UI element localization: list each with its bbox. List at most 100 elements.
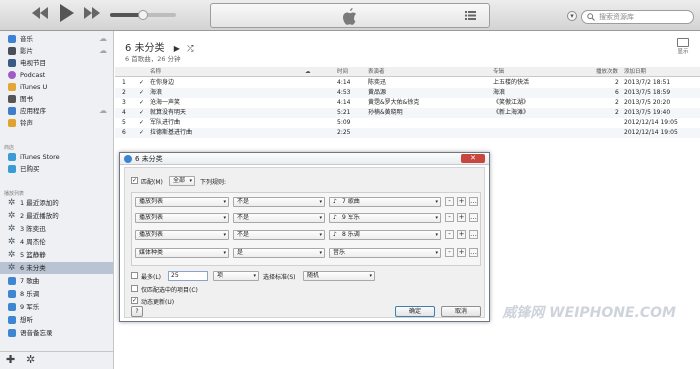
rule-operator-select[interactable]: 不是 ▾ xyxy=(233,197,325,207)
sidebar-item-tv-shows[interactable]: 电视节目 xyxy=(0,57,113,69)
remove-rule-button[interactable]: - xyxy=(445,248,454,257)
itunes-u-icon xyxy=(8,83,16,91)
rule-value-select[interactable]: ♪ 8 乐调 ▾ xyxy=(329,230,441,240)
select-by-select[interactable]: 随机 ▾ xyxy=(303,271,375,281)
playlist-item-1[interactable]: ✲ 1 最近添加的 xyxy=(0,197,113,209)
col-plays-header[interactable]: 播放次数 xyxy=(596,67,618,77)
remove-rule-button[interactable]: - xyxy=(445,197,454,206)
account-menu-icon[interactable]: ▾ xyxy=(567,11,577,21)
sidebar-item-music[interactable]: 音乐 ☁ xyxy=(0,33,113,45)
check-icon[interactable]: ✓ xyxy=(139,118,144,128)
playlist-item-want-to-hear[interactable]: 想听 xyxy=(0,314,113,326)
nested-rule-button[interactable]: … xyxy=(469,248,478,257)
playlist-item-5[interactable]: ✲ 5 篮静静 xyxy=(0,249,113,261)
col-album-header[interactable]: 专辑 xyxy=(493,67,504,77)
remove-rule-button[interactable]: - xyxy=(445,230,454,239)
playlist-item-9[interactable]: 9 军乐 xyxy=(0,301,113,313)
smart-playlist-dialog: 6 未分类 ✕ ✓ 匹配(M) 全部 ▾ 下列规则: 播放列表 ▾ 不是 ▾ ♪ 7 歌… xyxy=(119,152,490,322)
limit-unit-select[interactable]: 项 ▾ xyxy=(213,271,259,281)
sidebar-item-itunes-store[interactable]: iTunes Store xyxy=(0,151,113,163)
rule-field-select[interactable]: 播放列表 ▾ xyxy=(135,213,229,223)
store-section-header: 商店 xyxy=(4,145,15,151)
playlist-item-6-selected[interactable]: ✲ 6 未分类 xyxy=(0,262,113,274)
table-row[interactable]: 2 ✓ 海浪 4:53 黄品源 海浪 6 2013/7/5 18:59 xyxy=(115,88,700,98)
nested-rule-button[interactable]: … xyxy=(469,197,478,206)
check-icon[interactable]: ✓ xyxy=(139,78,144,88)
playlist-item-3[interactable]: ✲ 3 陈奕迅 xyxy=(0,223,113,235)
col-name-header[interactable]: 名称 xyxy=(150,67,161,77)
limit-checkbox[interactable] xyxy=(131,272,138,279)
nested-rule-button[interactable]: … xyxy=(469,213,478,222)
playlist-item-4[interactable]: ✲ 4 周杰伦 xyxy=(0,236,113,248)
rule-operator-select[interactable]: 不是 ▾ xyxy=(233,230,325,240)
rule-field-select[interactable]: 媒体种类 ▾ xyxy=(135,248,229,258)
only-checked-checkbox[interactable] xyxy=(131,285,138,292)
rule-field-select[interactable]: 播放列表 ▾ xyxy=(135,197,229,207)
sidebar-item-books[interactable]: 图书 xyxy=(0,93,113,105)
limit-input[interactable]: 25 xyxy=(168,271,208,281)
add-icon[interactable]: ✚ xyxy=(6,353,15,366)
shuffle-icon[interactable]: ⤮ xyxy=(187,44,193,53)
list-icon[interactable] xyxy=(465,11,476,20)
play-button[interactable] xyxy=(60,4,74,22)
table-row[interactable]: 3 ✓ 沧海一声笑 4:14 黄霑&罗大佑&徐克 《笑傲江湖》 2 2013/7… xyxy=(115,98,700,108)
rule-value-select[interactable]: ♪ 7 歌曲 ▾ xyxy=(329,197,441,207)
chevron-down-icon: ▾ xyxy=(319,232,322,238)
add-rule-button[interactable]: + xyxy=(457,230,466,239)
check-icon[interactable]: ✓ xyxy=(139,128,144,138)
chevron-down-icon: ▾ xyxy=(435,232,438,238)
app-icon xyxy=(8,107,16,115)
sidebar-item-movies[interactable]: 影片 ☁ xyxy=(0,45,113,57)
playlist-icon: ♪ xyxy=(333,198,337,205)
sidebar-item-purchased[interactable]: 已购买 xyxy=(0,163,113,175)
add-rule-button[interactable]: + xyxy=(457,213,466,222)
sidebar-item-apps[interactable]: 应用程序 ☁ xyxy=(0,105,113,117)
add-rule-button[interactable]: + xyxy=(457,197,466,206)
show-button[interactable]: 显示 xyxy=(672,38,694,55)
col-date-header[interactable]: 添加日期 xyxy=(624,67,646,77)
rule-value-select[interactable]: 音乐 ▾ xyxy=(329,248,441,258)
rule-operator-select[interactable]: 是 ▾ xyxy=(233,248,325,258)
check-icon[interactable]: ✓ xyxy=(139,98,144,108)
settings-gear-icon[interactable]: ✲ xyxy=(26,353,35,366)
match-scope-select[interactable]: 全部 ▾ xyxy=(169,176,195,186)
live-update-checkbox[interactable]: ✓ xyxy=(131,297,138,304)
match-checkbox[interactable]: ✓ xyxy=(131,177,138,184)
remove-rule-button[interactable]: - xyxy=(445,213,454,222)
table-row[interactable]: 5 ✓ 军队进行曲 5:09 2012/12/14 19:05 xyxy=(115,118,700,128)
playlist-subtitle: 6 首歌曲，26 分钟 xyxy=(125,55,181,63)
itunes-icon xyxy=(124,155,132,163)
fast-forward-button[interactable] xyxy=(84,7,100,19)
cloud-icon: ☁ xyxy=(99,46,107,55)
chevron-down-icon: ▾ xyxy=(223,215,226,221)
cancel-button[interactable]: 取消 xyxy=(441,306,481,317)
table-row[interactable]: 1 ✓ 在你身边 4:14 陈奕迅 上五楼的快活 2 2013/7/2 18:5… xyxy=(115,78,700,88)
playlist-item-2[interactable]: ✲ 2 最近播放的 xyxy=(0,210,113,222)
table-row[interactable]: 6 ✓ 拉德斯基进行曲 2:25 2012/12/14 19:05 xyxy=(115,128,700,138)
volume-slider[interactable] xyxy=(110,10,176,20)
rewind-button[interactable] xyxy=(32,7,48,19)
rule-field-select[interactable]: 播放列表 ▾ xyxy=(135,230,229,240)
rule-operator-select[interactable]: 不是 ▾ xyxy=(233,213,325,223)
add-rule-button[interactable]: + xyxy=(457,248,466,257)
sidebar-footer: ✚ ✲ xyxy=(0,351,113,369)
check-icon[interactable]: ✓ xyxy=(139,108,144,118)
table-row[interactable]: 4 ✓ 就算没有明天 5:21 孙楠&黄晓明 《新上海滩》 2 2013/7/5… xyxy=(115,108,700,118)
nested-rule-button[interactable]: … xyxy=(469,230,478,239)
rule-value-select[interactable]: ♪ 9 军乐 ▾ xyxy=(329,213,441,223)
help-button[interactable]: ? xyxy=(131,306,143,317)
sidebar-item-podcast[interactable]: Podcast xyxy=(0,69,113,81)
play-icon[interactable]: ▶ xyxy=(174,44,180,53)
search-input[interactable]: 搜索资源库 xyxy=(581,10,694,24)
col-time-header[interactable]: 时间 xyxy=(337,67,348,77)
playlist-item-7[interactable]: 7 歌曲 xyxy=(0,275,113,287)
check-icon[interactable]: ✓ xyxy=(139,88,144,98)
sidebar-item-itunes-u[interactable]: iTunes U xyxy=(0,81,113,93)
playlist-item-voice-memos[interactable]: 语音备忘录 xyxy=(0,327,113,339)
ok-button[interactable]: 确定 xyxy=(395,306,435,317)
playlist-item-8[interactable]: 8 乐调 xyxy=(0,288,113,300)
book-icon xyxy=(8,95,16,103)
close-button[interactable]: ✕ xyxy=(461,154,485,163)
sidebar-item-ringtones[interactable]: 铃声 xyxy=(0,117,113,129)
col-artist-header[interactable]: 表演者 xyxy=(368,67,385,77)
